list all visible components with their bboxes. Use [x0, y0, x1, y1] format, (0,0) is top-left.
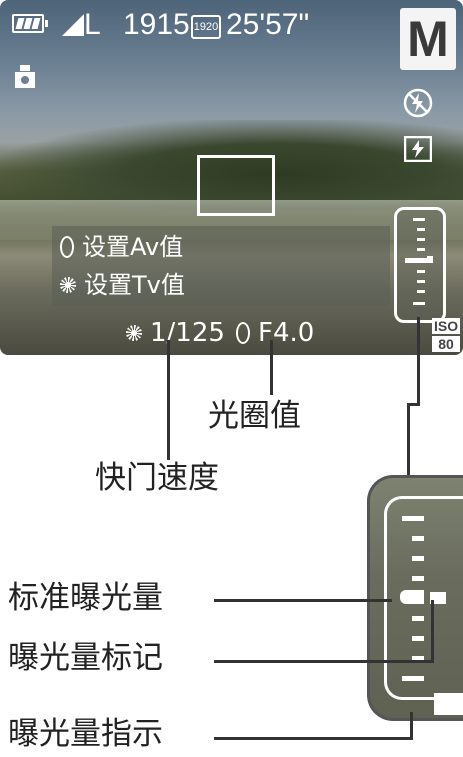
exposure-mark-caption: 曝光量标记 — [8, 640, 163, 676]
control-ring-icon — [236, 322, 250, 344]
shutter-speed-display[interactable]: 1/125 — [126, 318, 225, 348]
shooting-mode[interactable]: M — [400, 8, 456, 70]
camera-screen: L 1915 1920 25'57" M 设置Av值 设置Tv值 1/125 F… — [0, 0, 463, 355]
aperture-value-caption: 光圈值 — [208, 398, 301, 434]
iso-indicator: ISO 80 — [432, 318, 463, 354]
record-time: 25'57" — [226, 8, 310, 41]
standard-exposure-mark — [400, 590, 424, 604]
aperture-leader-line — [270, 340, 273, 395]
iso-fragment — [434, 693, 463, 715]
image-size-icon — [62, 14, 84, 36]
control-dial-icon — [60, 277, 76, 293]
control-dial-icon — [126, 325, 142, 341]
exposure-level-meter — [394, 207, 446, 323]
control-ring-icon — [60, 236, 74, 258]
image-stabilizer-icon — [404, 136, 432, 162]
menu-item-tv-label: 设置Tv值 — [84, 271, 185, 299]
image-quality-label: L — [84, 8, 101, 41]
standard-exposure-caption: 标准曝光量 — [8, 580, 163, 616]
aperture-value: F4.0 — [258, 318, 315, 348]
iso-label: ISO — [432, 318, 460, 334]
exposure-indicator-leader — [214, 737, 412, 740]
af-frame — [197, 155, 275, 216]
movie-quality-icon: 1920 — [191, 15, 221, 39]
movie-quality-value: 1920 — [193, 21, 219, 33]
shutter-speed-caption: 快门速度 — [95, 460, 219, 496]
camera-orientation-icon — [15, 65, 35, 88]
iso-value: 80 — [432, 336, 460, 352]
battery-icon — [12, 14, 48, 33]
standard-exposure-leader — [214, 599, 392, 602]
shots-remaining: 1915 — [123, 8, 190, 41]
menu-item-av-label: 设置Av值 — [82, 233, 184, 261]
exposure-menu-panel: 设置Av值 设置Tv值 — [52, 226, 390, 306]
exposure-indicator-caption: 曝光量指示 — [8, 716, 163, 752]
exposure-mark-leader — [214, 660, 434, 663]
shutter-speed-value: 1/125 — [150, 318, 225, 348]
exposure-meter-zoom — [367, 475, 463, 721]
shutter-leader-line — [167, 340, 170, 460]
flash-off-icon — [403, 88, 433, 118]
menu-item-set-tv[interactable]: 设置Tv值 — [60, 268, 185, 302]
meter-connector-1 — [417, 317, 420, 405]
meter-connector-3 — [407, 403, 410, 478]
aperture-display[interactable]: F4.0 — [236, 318, 314, 348]
menu-item-set-av[interactable]: 设置Av值 — [60, 230, 183, 264]
exposure-indicator-leader-vertical — [410, 712, 413, 740]
exposure-mark-leader-vertical — [431, 600, 434, 662]
